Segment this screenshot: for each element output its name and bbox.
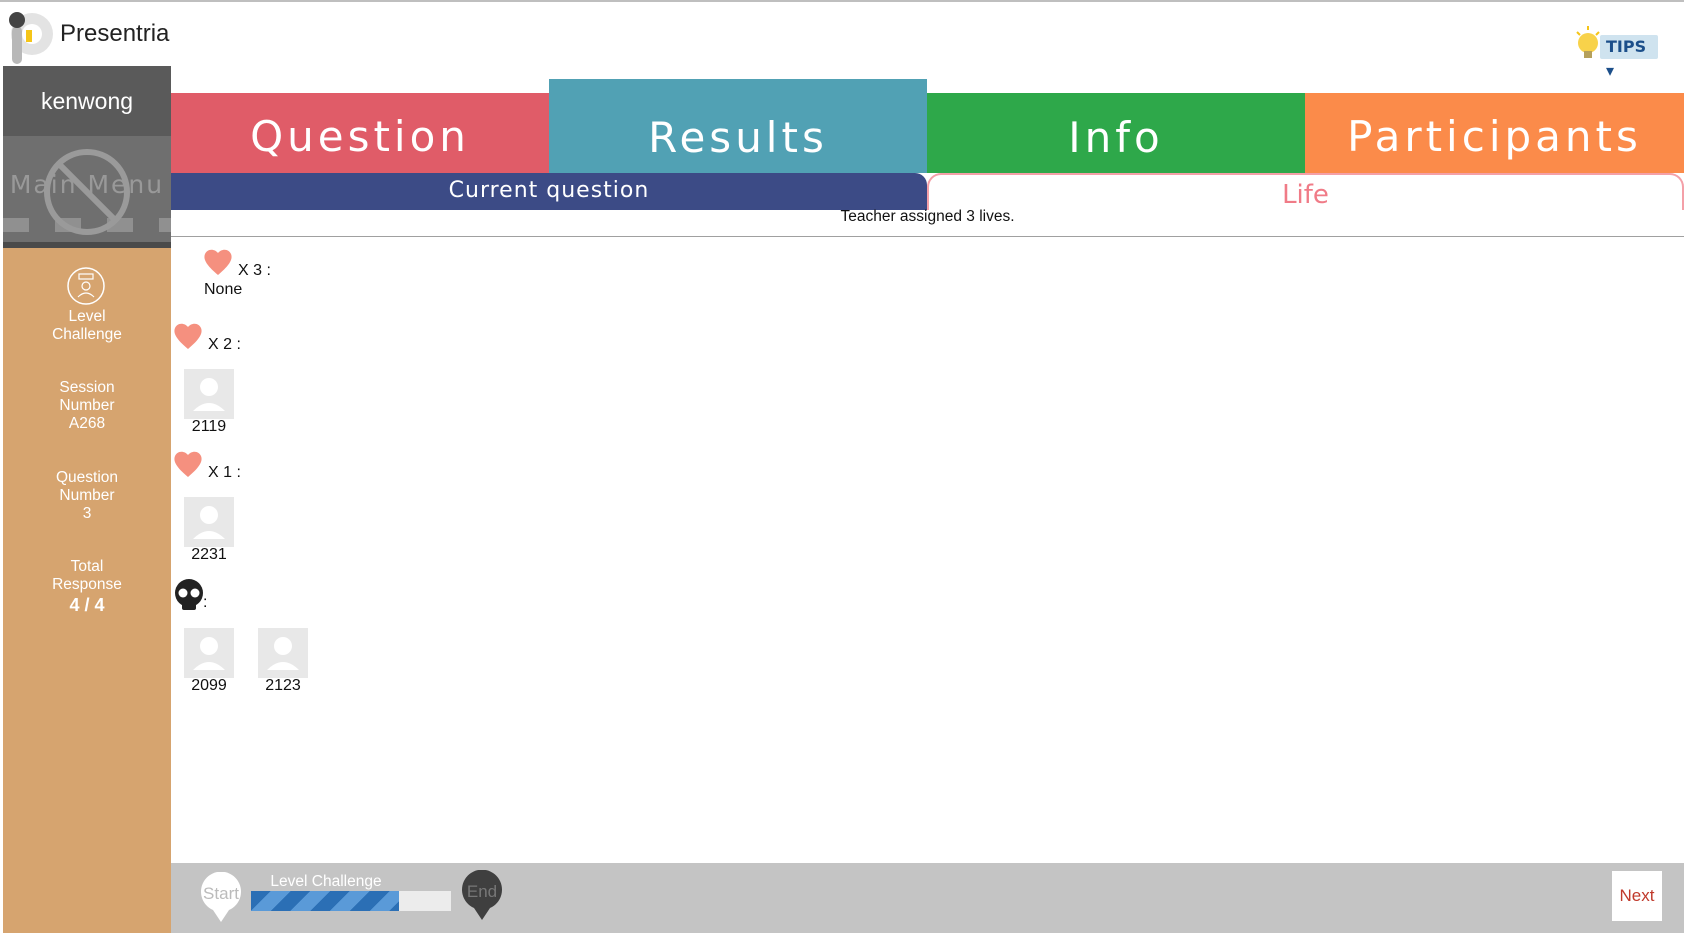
- lives-zero-label: :: [203, 594, 208, 611]
- tab-participants[interactable]: Participants: [1305, 93, 1684, 173]
- start-marker: Start: [199, 871, 243, 924]
- sidebar-item-level-challenge: Level Challenge: [3, 308, 171, 344]
- participant-id: 2119: [191, 418, 227, 435]
- participant-avatar[interactable]: [184, 628, 234, 678]
- sidebar-item-line: Question: [55, 469, 119, 486]
- end-marker: End: [460, 869, 504, 922]
- progress-label: Level Challenge: [270, 873, 382, 890]
- sidebar-item-session-number: Session Number A268: [3, 379, 171, 433]
- lives-x1-label: X 1 :: [208, 464, 241, 481]
- sidebar: kenwong Main Menu Level Challenge Sessio…: [3, 66, 171, 933]
- main-menu-button[interactable]: Main Menu: [3, 136, 171, 242]
- presentria-logo-icon: [9, 12, 53, 64]
- username: kenwong: [3, 66, 171, 136]
- participant-avatar[interactable]: [258, 628, 308, 678]
- progress-fill: [251, 891, 399, 911]
- sidebar-item-line: Session: [59, 379, 115, 396]
- user-icon: [193, 506, 225, 539]
- content-divider: [171, 236, 1684, 237]
- sidebar-item-total-response: Total Response 4 / 4: [3, 558, 171, 616]
- participant-id: 2123: [265, 677, 301, 694]
- session-number-value: A268: [68, 415, 106, 432]
- tab-question[interactable]: Question: [171, 93, 549, 173]
- sidebar-item-question-number: Question Number 3: [3, 469, 171, 523]
- lives-x3-empty: None: [204, 281, 243, 298]
- sidebar-item-line: Number: [59, 397, 115, 414]
- end-label: End: [466, 882, 498, 901]
- sidebar-item-line: Total: [70, 558, 104, 575]
- participant-id: 2099: [191, 677, 227, 694]
- skull-icon: [175, 579, 203, 610]
- participant-avatar[interactable]: [184, 497, 234, 547]
- heart-icon: [174, 323, 202, 349]
- lives-x3-label: X 3 :: [238, 262, 271, 279]
- subtab-life[interactable]: Life: [927, 173, 1684, 210]
- brand-name: Presentria: [60, 20, 170, 47]
- user-icon: [193, 378, 225, 411]
- sidebar-item-line: Challenge: [52, 326, 122, 343]
- lightbulb-icon: [1576, 26, 1600, 58]
- subtab-current-question[interactable]: Current question: [171, 173, 927, 210]
- assigned-lives-text: Teacher assigned 3 lives.: [840, 208, 1015, 225]
- sidebar-item-line: Level: [68, 308, 106, 325]
- bottom-bar: Start Level Challenge End Next: [171, 863, 1684, 933]
- main-menu-divider: [3, 242, 171, 248]
- participant-avatar[interactable]: [184, 369, 234, 419]
- tab-results[interactable]: Results: [549, 79, 927, 173]
- tips-button[interactable]: TIPS ▾: [1572, 24, 1664, 80]
- total-response-value: 4 / 4: [69, 595, 105, 615]
- tips-label: TIPS ▾: [1600, 35, 1658, 80]
- heart-icon: [174, 451, 202, 477]
- heart-icon: [204, 249, 232, 275]
- sidebar-item-line: Response: [52, 576, 122, 593]
- start-label: Start: [203, 884, 239, 903]
- participant-id: 2231: [191, 546, 227, 563]
- level-challenge-icon: [67, 267, 105, 305]
- app-root: Presentria TIPS ▾ kenwong Main Menu Leve…: [0, 0, 1684, 933]
- progress-track: [251, 891, 451, 911]
- user-icon: [193, 637, 225, 670]
- question-number-value: 3: [82, 505, 92, 522]
- user-icon: [267, 637, 299, 670]
- top-bar: Presentria TIPS ▾: [0, 0, 1684, 80]
- lives-x2-label: X 2 :: [208, 336, 241, 353]
- sidebar-item-line: Number: [59, 487, 115, 504]
- tab-info[interactable]: Info: [927, 93, 1305, 173]
- next-button[interactable]: Next: [1612, 871, 1662, 921]
- forbidden-icon: [44, 149, 130, 235]
